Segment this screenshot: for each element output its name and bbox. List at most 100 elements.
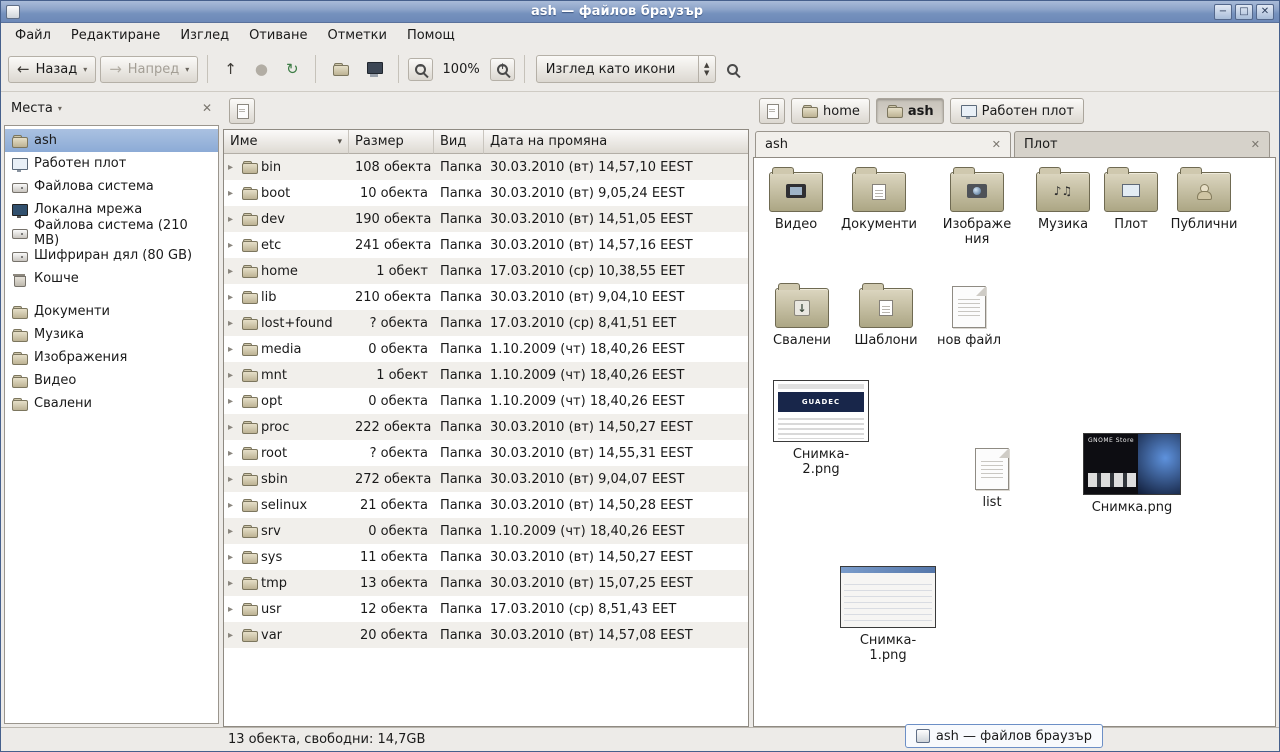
sidebar-item-filesystem-210mb[interactable]: Файлова система (210 MB) — [5, 221, 218, 244]
table-row[interactable]: ▸opt0 обектаПапка1.10.2009 (чт) 18,40,26… — [224, 388, 748, 414]
sidebar-title[interactable]: Места — [11, 101, 53, 116]
sidebar-item-music[interactable]: Музика — [5, 323, 218, 346]
expander-icon[interactable]: ▸ — [228, 266, 237, 277]
sidebar-item-downloads[interactable]: Свалени — [5, 392, 218, 415]
expander-icon[interactable]: ▸ — [228, 422, 237, 433]
sidebar-item-filesystem[interactable]: Файлова система — [5, 175, 218, 198]
icon-list-file[interactable]: list — [950, 448, 1034, 511]
menu-file[interactable]: Файл — [5, 25, 61, 46]
table-row[interactable]: ▸tmp13 обектаПапка30.03.2010 (вт) 15,07,… — [224, 570, 748, 596]
table-row[interactable]: ▸etc241 обектаПапка30.03.2010 (вт) 14,57… — [224, 232, 748, 258]
tab-ash[interactable]: ash✕ — [755, 131, 1011, 157]
zoom-in-button[interactable]: + — [490, 58, 515, 81]
table-row[interactable]: ▸usr12 обектаПапка17.03.2010 (ср) 8,51,4… — [224, 596, 748, 622]
table-row[interactable]: ▸sys11 обектаПапка30.03.2010 (вт) 14,50,… — [224, 544, 748, 570]
search-button[interactable] — [720, 58, 745, 81]
sidebar-item-documents[interactable]: Документи — [5, 300, 218, 323]
reload-button[interactable]: ↻ — [279, 56, 306, 83]
table-row[interactable]: ▸proc222 обектаПапка30.03.2010 (вт) 14,5… — [224, 414, 748, 440]
icon-snimka[interactable]: GNOME StoreСнимка.png — [1080, 433, 1184, 516]
menu-help[interactable]: Помощ — [397, 25, 465, 46]
breadcrumb-desktop[interactable]: Работен плот — [950, 98, 1084, 124]
expander-icon[interactable]: ▸ — [228, 318, 237, 329]
expander-icon[interactable]: ▸ — [228, 604, 237, 615]
expander-icon[interactable]: ▸ — [228, 240, 237, 251]
table-row[interactable]: ▸mnt1 обектПапка1.10.2009 (чт) 18,40,26 … — [224, 362, 748, 388]
table-row[interactable]: ▸dev190 обектаПапка30.03.2010 (вт) 14,51… — [224, 206, 748, 232]
icon-downloads[interactable]: Свалени — [760, 288, 844, 349]
sidebar-item-trash[interactable]: Кошче — [5, 267, 218, 290]
expander-icon[interactable]: ▸ — [228, 188, 237, 199]
table-row[interactable]: ▸media0 обектаПапка1.10.2009 (чт) 18,40,… — [224, 336, 748, 362]
expander-icon[interactable]: ▸ — [228, 344, 237, 355]
icon-snimka-1[interactable]: Снимка-1.png — [836, 566, 940, 664]
toggle-location-entry-button[interactable] — [229, 98, 255, 124]
forward-button[interactable]: → Напред ▾ — [100, 56, 198, 83]
breadcrumb-home[interactable]: home — [791, 98, 870, 124]
sidebar-item-pictures[interactable]: Изображения — [5, 346, 218, 369]
expander-icon[interactable]: ▸ — [228, 526, 237, 537]
table-row[interactable]: ▸bin108 обектаПапка30.03.2010 (вт) 14,57… — [224, 154, 748, 180]
stop-button[interactable]: ● — [248, 56, 275, 83]
icon-public[interactable]: Публични — [1162, 172, 1246, 233]
close-button[interactable]: ✕ — [1256, 4, 1274, 20]
expander-icon[interactable]: ▸ — [228, 448, 237, 459]
breadcrumb-ash[interactable]: ash — [876, 98, 944, 124]
table-row[interactable]: ▸lib210 обектаПапка30.03.2010 (вт) 9,04,… — [224, 284, 748, 310]
computer-button[interactable] — [359, 55, 389, 83]
window-list-task-button[interactable]: ash — файлов браузър — [905, 724, 1103, 748]
home-button[interactable] — [325, 55, 355, 83]
sidebar-item-ash[interactable]: ash — [5, 129, 218, 152]
up-button[interactable]: ↑ — [217, 56, 244, 83]
icon-view[interactable]: Видео Документи Изображения Музика Плот … — [753, 157, 1276, 727]
icon-pictures[interactable]: Изображения — [935, 172, 1019, 248]
sidebar-item-encrypted-80gb[interactable]: Шифриран дял (80 GB) — [5, 244, 218, 267]
icon-videos[interactable]: Видео — [754, 172, 838, 233]
close-tab-icon[interactable]: ✕ — [992, 138, 1001, 151]
table-row[interactable]: ▸root? обектаПапка30.03.2010 (вт) 14,55,… — [224, 440, 748, 466]
icon-desktop-folder[interactable]: Плот — [1089, 172, 1173, 233]
menu-go[interactable]: Отиване — [239, 25, 317, 46]
menu-bookmarks[interactable]: Отметки — [317, 25, 396, 46]
table-row[interactable]: ▸srv0 обектаПапка1.10.2009 (чт) 18,40,26… — [224, 518, 748, 544]
table-row[interactable]: ▸var20 обектаПапка30.03.2010 (вт) 14,57,… — [224, 622, 748, 648]
icon-new-file[interactable]: нов файл — [927, 286, 1011, 349]
expander-icon[interactable]: ▸ — [228, 500, 237, 511]
chevron-down-icon[interactable]: ▾ — [58, 104, 62, 113]
column-header-name[interactable]: Име▾ — [224, 130, 349, 154]
column-header-type[interactable]: Вид — [434, 130, 484, 154]
icon-documents[interactable]: Документи — [837, 172, 921, 233]
expander-icon[interactable]: ▸ — [228, 396, 237, 407]
expander-icon[interactable]: ▸ — [228, 370, 237, 381]
expander-icon[interactable]: ▸ — [228, 214, 237, 225]
back-button[interactable]: ← Назад ▾ — [8, 56, 96, 83]
zoom-out-button[interactable]: − — [408, 58, 433, 81]
table-row[interactable]: ▸home1 обектПапка17.03.2010 (ср) 10,38,5… — [224, 258, 748, 284]
icon-templates[interactable]: Шаблони — [844, 288, 928, 349]
column-header-size[interactable]: Размер — [349, 130, 434, 154]
titlebar[interactable]: ash — файлов браузър − □ ✕ — [1, 1, 1279, 23]
table-row[interactable]: ▸sbin272 обектаПапка30.03.2010 (вт) 9,04… — [224, 466, 748, 492]
close-sidebar-button[interactable]: ✕ — [202, 101, 212, 115]
icon-snimka-2[interactable]: GUADECСнимка-2.png — [769, 380, 873, 478]
table-row[interactable]: ▸lost+found? обектаПапка17.03.2010 (ср) … — [224, 310, 748, 336]
menu-edit[interactable]: Редактиране — [61, 25, 170, 46]
table-row[interactable]: ▸boot10 обектаПапка30.03.2010 (вт) 9,05,… — [224, 180, 748, 206]
toggle-location-entry-button[interactable] — [759, 98, 785, 124]
sidebar-item-desktop[interactable]: Работен плот — [5, 152, 218, 175]
expander-icon[interactable]: ▸ — [228, 552, 237, 563]
expander-icon[interactable]: ▸ — [228, 292, 237, 303]
view-mode-select[interactable]: Изглед като икони ▲▼ — [536, 55, 716, 83]
minimize-button[interactable]: − — [1214, 4, 1232, 20]
sidebar-item-video[interactable]: Видео — [5, 369, 218, 392]
expander-icon[interactable]: ▸ — [228, 578, 237, 589]
menu-view[interactable]: Изглед — [170, 25, 239, 46]
expander-icon[interactable]: ▸ — [228, 474, 237, 485]
close-tab-icon[interactable]: ✕ — [1251, 138, 1260, 151]
maximize-button[interactable]: □ — [1235, 4, 1253, 20]
expander-icon[interactable]: ▸ — [228, 162, 237, 173]
expander-icon[interactable]: ▸ — [228, 630, 237, 641]
table-row[interactable]: ▸selinux21 обектаПапка30.03.2010 (вт) 14… — [224, 492, 748, 518]
tab-plot[interactable]: Плот✕ — [1014, 131, 1270, 157]
column-header-date[interactable]: Дата на промяна — [484, 130, 748, 154]
